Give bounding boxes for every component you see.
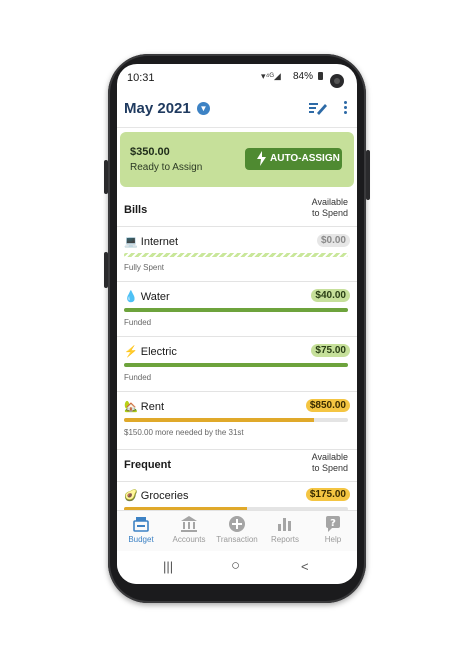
- status-time: 10:31: [127, 72, 155, 84]
- plus-circle-icon: [229, 516, 245, 532]
- month-title[interactable]: May 2021: [124, 100, 191, 117]
- header-divider: [117, 127, 357, 128]
- bar-chart-icon: [278, 518, 291, 531]
- status-bar: 10:31 ▾⁴ᴳ◢ 84%: [117, 64, 357, 90]
- category-status: Fully Spent: [124, 263, 165, 272]
- phone-side-button: [104, 252, 108, 288]
- category-name: 🏡 Rent: [124, 400, 164, 413]
- ready-to-assign-card[interactable]: $350.00 Ready to Assign AUTO-ASSIGN: [120, 132, 354, 187]
- category-label: Groceries: [140, 490, 189, 502]
- tab-label: Budget: [128, 535, 154, 544]
- tab-help[interactable]: ? Help: [309, 515, 357, 549]
- back-button[interactable]: <: [301, 559, 309, 574]
- category-label: Water: [140, 291, 170, 303]
- battery-percent: 84%: [293, 71, 314, 82]
- category-name: 🥑 Groceries: [124, 489, 188, 502]
- category-status: Funded: [124, 318, 152, 327]
- divider: [117, 481, 357, 482]
- divider: [117, 281, 357, 282]
- lightning-icon: ⚡: [124, 346, 138, 358]
- ready-label: Ready to Assign: [130, 162, 203, 173]
- battery-icon: [317, 72, 323, 80]
- category-label: Internet: [140, 236, 179, 248]
- help-icon: ?: [326, 516, 340, 532]
- progress-bar: [124, 253, 348, 257]
- progress-bar: [124, 363, 348, 367]
- home-button[interactable]: ○: [231, 557, 240, 574]
- tab-transaction[interactable]: Transaction: [213, 515, 261, 549]
- status-battery: ▾⁴ᴳ◢ 84%: [261, 71, 323, 82]
- signal-icon: ▾⁴ᴳ◢: [261, 71, 281, 81]
- group-header-frequent[interactable]: Frequent Available to Spend: [117, 449, 357, 479]
- tab-label: Reports: [270, 535, 299, 544]
- budget-header: May 2021 ▼: [117, 92, 357, 128]
- auto-assign-label: AUTO-ASSIGN: [270, 153, 340, 164]
- tab-label: Accounts: [172, 535, 206, 544]
- group-name: Bills: [124, 204, 148, 216]
- tab-reports[interactable]: Reports: [261, 515, 309, 549]
- category-row-groceries[interactable]: 🥑 Groceries $175.00: [117, 483, 357, 511]
- category-status: $150.00 more needed by the 31st: [124, 428, 244, 437]
- group-header-bills[interactable]: Bills Available to Spend: [117, 194, 357, 224]
- divider: [117, 226, 357, 227]
- bottom-tab-bar: Budget Accounts Transaction Reports ? He…: [117, 510, 357, 551]
- system-nav-bar: ||| ○ <: [117, 551, 357, 584]
- droplet-icon: 💧: [124, 291, 138, 303]
- progress-bar: [124, 308, 348, 312]
- group-name: Frequent: [124, 459, 172, 471]
- tab-accounts[interactable]: Accounts: [165, 515, 213, 549]
- category-row-water[interactable]: 💧 Water $40.00 Funded: [117, 284, 357, 338]
- available-pill: $40.00: [311, 289, 350, 302]
- category-label: Rent: [140, 401, 165, 413]
- available-to-spend-label: Available to Spend: [288, 197, 348, 219]
- bank-icon: [181, 516, 197, 532]
- app-screen: 10:31 ▾⁴ᴳ◢ 84% May 2021 ▼ $350.00 Ready …: [117, 64, 357, 584]
- auto-assign-button[interactable]: AUTO-ASSIGN: [245, 148, 342, 170]
- available-pill: $175.00: [305, 488, 350, 501]
- progress-fill: [124, 363, 348, 367]
- category-status: Funded: [124, 373, 152, 382]
- available-to-spend-label: Available to Spend: [288, 452, 348, 474]
- house-icon: 🏡: [124, 401, 138, 413]
- available-label-line2: to Spend: [311, 463, 348, 473]
- laptop-icon: 💻: [124, 236, 138, 248]
- category-name: 💧 Water: [124, 290, 170, 303]
- budget-icon: [133, 517, 149, 532]
- lightning-icon: [257, 151, 266, 166]
- more-vert-icon[interactable]: [343, 101, 349, 117]
- svg-text:?: ?: [330, 518, 336, 529]
- available-pill: $75.00: [311, 344, 350, 357]
- avocado-icon: 🥑: [124, 490, 138, 502]
- available-pill: $0.00: [316, 234, 350, 247]
- edit-list-icon[interactable]: [309, 100, 327, 116]
- category-name: 💻 Internet: [124, 235, 178, 248]
- progress-fill: [124, 308, 348, 312]
- tab-label: Transaction: [216, 535, 258, 544]
- phone-side-button: [104, 160, 108, 194]
- category-label: Electric: [140, 346, 177, 358]
- category-row-electric[interactable]: ⚡ Electric $75.00 Funded: [117, 339, 357, 393]
- category-name: ⚡ Electric: [124, 345, 177, 358]
- tab-label: Help: [324, 535, 342, 544]
- category-row-internet[interactable]: 💻 Internet $0.00 Fully Spent: [117, 229, 357, 283]
- tab-budget[interactable]: Budget: [117, 515, 165, 549]
- chevron-down-icon[interactable]: ▼: [197, 102, 210, 115]
- divider: [117, 391, 357, 392]
- available-label-line2: to Spend: [311, 208, 348, 218]
- divider: [117, 336, 357, 337]
- progress-fill: [124, 418, 315, 422]
- category-row-rent[interactable]: 🏡 Rent $850.00 $150.00 more needed by th…: [117, 394, 357, 448]
- progress-bar: [124, 418, 348, 422]
- available-label-line1: Available: [311, 452, 348, 462]
- recents-button[interactable]: |||: [163, 559, 173, 574]
- phone-side-button: [366, 150, 370, 200]
- available-label-line1: Available: [311, 197, 348, 207]
- front-camera: [330, 74, 344, 88]
- ready-amount: $350.00: [130, 146, 170, 158]
- available-pill: $850.00: [305, 399, 350, 412]
- progress-fill: [124, 253, 348, 257]
